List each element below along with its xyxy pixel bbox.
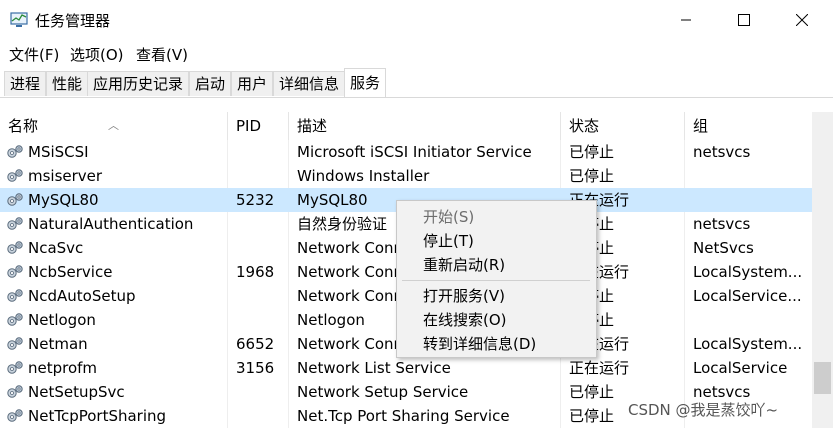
- column-header-status[interactable]: 状态: [561, 112, 685, 140]
- cell-pid: 1968: [236, 263, 275, 281]
- tab-processes[interactable]: 进程: [4, 71, 47, 96]
- menu-bar: 文件(F) 选项(O) 查看(V): [0, 40, 833, 66]
- cell-group: netsvcs: [693, 143, 751, 161]
- context-stop[interactable]: 停止(T): [423, 229, 474, 253]
- task-manager-icon: [10, 12, 28, 27]
- cell-pid: [228, 140, 289, 164]
- cell-desc: Network Setup Service: [297, 383, 469, 401]
- column-header-group[interactable]: 组: [685, 112, 812, 140]
- table-header: 名称 ︿ PID 描述 状态 组: [0, 112, 812, 140]
- tab-performance[interactable]: 性能: [46, 71, 89, 96]
- close-icon: [796, 14, 808, 26]
- cell-group: [685, 164, 812, 188]
- cell-pid: [228, 236, 289, 260]
- menu-file[interactable]: 文件(F): [9, 44, 59, 65]
- close-button[interactable]: [773, 0, 831, 40]
- cell-name: MSiSCSI: [28, 143, 89, 161]
- table-row[interactable]: MSiSCSI Microsoft iSCSI Initiator Service…: [0, 140, 812, 164]
- cell-name: Netman: [28, 335, 88, 353]
- column-header-name-label: 名称: [8, 117, 39, 135]
- context-open-services[interactable]: 打开服务(V): [423, 284, 505, 308]
- cell-desc: Network List Service: [297, 359, 451, 377]
- menu-options[interactable]: 选项(O): [70, 44, 124, 65]
- cell-pid: [228, 404, 289, 428]
- cell-status: 已停止: [569, 143, 615, 161]
- cell-group: LocalSystem...: [693, 335, 803, 353]
- tab-details[interactable]: 详细信息: [273, 71, 346, 96]
- cell-name: NaturalAuthentication: [28, 215, 194, 233]
- maximize-button[interactable]: [715, 0, 773, 40]
- minimize-icon: [681, 19, 691, 21]
- cell-desc: Net.Tcp Port Sharing Service: [297, 407, 510, 425]
- scrollbar-thumb[interactable]: [814, 362, 831, 394]
- cell-name: netprofm: [28, 359, 98, 377]
- watermark: CSDN @我是蒸饺吖~: [628, 401, 779, 419]
- cell-group: NetSvcs: [693, 239, 754, 257]
- cell-name: NetSetupSvc: [28, 383, 125, 401]
- cell-pid: [228, 284, 289, 308]
- cell-name: msiserver: [28, 167, 103, 185]
- column-header-pid[interactable]: PID: [228, 112, 289, 140]
- cell-pid: [228, 308, 289, 332]
- tab-users[interactable]: 用户: [231, 71, 274, 96]
- column-header-name[interactable]: 名称 ︿: [0, 112, 228, 140]
- cell-pid: [228, 212, 289, 236]
- tab-app-history[interactable]: 应用历史记录: [87, 71, 190, 96]
- context-search-online[interactable]: 在线搜索(O): [423, 308, 507, 332]
- cell-group: [685, 188, 812, 212]
- context-start: 开始(S): [423, 208, 475, 226]
- cell-group: LocalService: [693, 359, 788, 377]
- cell-pid: 3156: [236, 359, 275, 377]
- cell-desc: Windows Installer: [297, 167, 430, 185]
- context-restart[interactable]: 重新启动(R): [423, 253, 505, 277]
- cell-group: [685, 308, 812, 332]
- tab-startup[interactable]: 启动: [189, 71, 232, 96]
- cell-name: NcaSvc: [28, 239, 84, 257]
- maximize-icon: [738, 14, 750, 26]
- cell-pid: 5232: [236, 191, 275, 209]
- cell-group: netsvcs: [693, 215, 751, 233]
- cell-pid: [228, 380, 289, 404]
- cell-name: NcbService: [28, 263, 113, 281]
- table-row[interactable]: netprofm 3156 Network List Service 正在运行 Loca…: [0, 356, 812, 380]
- cell-pid: [228, 164, 289, 188]
- cell-group: LocalSystem...: [693, 263, 803, 281]
- cell-name: NetTcpPortSharing: [28, 407, 167, 425]
- window-title: 任务管理器: [35, 12, 111, 30]
- vertical-scrollbar[interactable]: [812, 112, 833, 428]
- sort-ascending-icon: ︿: [108, 119, 119, 132]
- cell-pid: 6652: [236, 335, 275, 353]
- context-go-to-details[interactable]: 转到详细信息(D): [423, 332, 536, 356]
- minimize-button[interactable]: [657, 0, 715, 40]
- cell-name: Netlogon: [28, 311, 96, 329]
- cell-desc: Microsoft iSCSI Initiator Service: [297, 143, 532, 161]
- cell-status: 正在运行: [569, 359, 630, 377]
- cell-group: LocalService...: [693, 287, 802, 305]
- context-menu: 开始(S) 停止(T) 重新启动(R) 打开服务(V) 在线搜索(O) 转到详细…: [396, 200, 597, 358]
- cell-name: MySQL80: [28, 191, 99, 209]
- cell-status: 已停止: [569, 167, 615, 185]
- context-separator: [402, 280, 590, 281]
- column-header-description[interactable]: 描述: [289, 112, 561, 140]
- menu-view[interactable]: 查看(V): [136, 44, 188, 65]
- title-bar: 任务管理器: [0, 0, 833, 40]
- table-row[interactable]: msiserver Windows Installer 已停止: [0, 164, 812, 188]
- cell-name: NcdAutoSetup: [28, 287, 136, 305]
- tab-services[interactable]: 服务: [344, 68, 387, 97]
- tab-strip: 进程 性能 应用历史记录 启动 用户 详细信息 服务: [0, 68, 833, 98]
